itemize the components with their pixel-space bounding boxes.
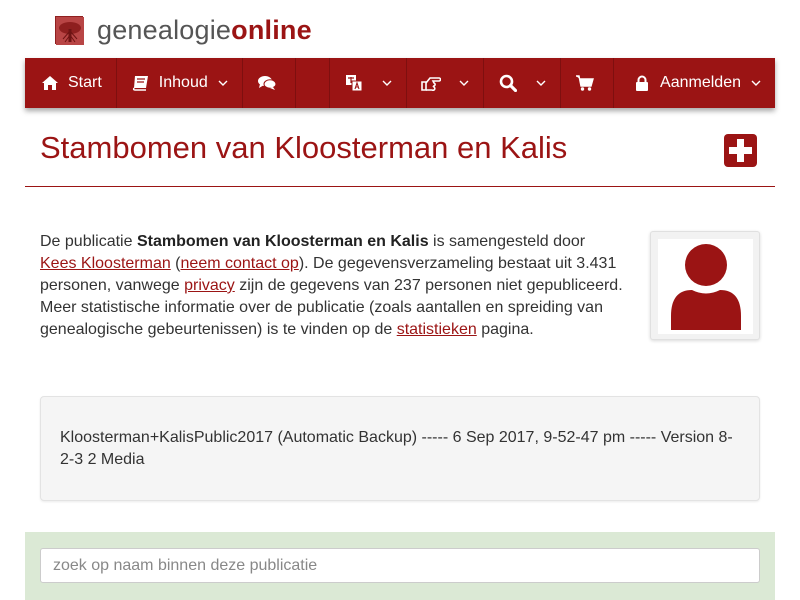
shopping-cart-icon [575, 73, 595, 93]
page-title: Stambomen van Kloosterman en Kalis [40, 130, 568, 165]
nav-search[interactable] [484, 58, 562, 108]
chevron-down-icon [536, 80, 546, 87]
nav-aanmelden[interactable]: Aanmelden [614, 58, 775, 108]
nav-start-label: Start [68, 74, 102, 91]
privacy-link[interactable]: privacy [184, 277, 235, 294]
nav-aanmelden-label: Aanmelden [660, 74, 741, 91]
chevron-down-icon [459, 80, 469, 87]
brand-name: genealogieonline [97, 14, 312, 45]
home-icon [40, 73, 60, 93]
nav-inhoud[interactable]: Inhoud [117, 58, 243, 108]
site-brand[interactable]: genealogieonline [55, 14, 312, 46]
nav-start[interactable]: Start [25, 58, 117, 108]
plus-icon [729, 139, 752, 162]
chevron-down-icon [751, 80, 761, 87]
backup-info-text: Kloosterman+KalisPublic2017 (Automatic B… [60, 429, 733, 468]
contact-link[interactable]: neem contact op [181, 255, 299, 272]
publication-intro: De publicatie Stambomen van Kloosterman … [40, 233, 623, 338]
user-icon [670, 243, 741, 330]
translate-icon [344, 73, 364, 93]
nav-language[interactable] [329, 58, 408, 108]
search-icon [498, 73, 518, 93]
publication-name: Stambomen van Kloosterman en Kalis [136, 233, 429, 250]
search-panel [25, 532, 775, 600]
backup-info-box: Kloosterman+KalisPublic2017 (Automatic B… [40, 396, 760, 501]
search-input[interactable] [40, 548, 760, 583]
nav-cart[interactable] [561, 58, 615, 108]
main-navbar: Start Inhoud Aanmelden [25, 58, 775, 108]
add-button[interactable] [724, 134, 757, 167]
nav-comments[interactable] [243, 58, 296, 108]
statistics-link[interactable]: statistieken [397, 321, 477, 338]
chevron-down-icon [382, 80, 392, 87]
title-divider [25, 186, 775, 187]
nav-pointer[interactable] [407, 58, 485, 108]
nav-inhoud-label: Inhoud [158, 74, 208, 91]
chevron-down-icon [218, 80, 228, 87]
author-link[interactable]: Kees Kloosterman [40, 255, 171, 272]
tree-logo-icon [55, 16, 84, 45]
lock-icon [632, 73, 652, 93]
book-icon [131, 73, 151, 93]
hand-pointer-icon [421, 73, 442, 93]
author-avatar[interactable] [650, 231, 760, 340]
comments-icon [257, 73, 277, 93]
